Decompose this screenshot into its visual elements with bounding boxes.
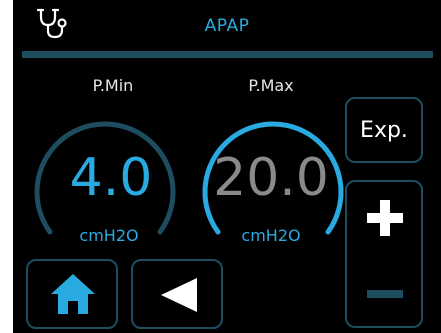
back-button[interactable] (131, 259, 223, 329)
header-divider (22, 51, 433, 58)
pmin-value: 4.0 (69, 148, 153, 208)
home-button[interactable] (26, 259, 118, 329)
home-icon (51, 274, 95, 314)
back-arrow-icon (161, 278, 197, 312)
page-title: APAP (204, 16, 250, 36)
exp-button[interactable]: Exp. (345, 97, 423, 163)
increase-button[interactable] (347, 182, 421, 256)
device-screen: APAP P.Min 4.0 cmH2O P.Max 20.0 cmH2O Ex… (13, 0, 441, 333)
exp-button-label: Exp. (360, 117, 408, 143)
pmin-label: P.Min (92, 76, 134, 95)
pmax-unit: cmH2O (241, 226, 301, 245)
adjust-panel (345, 180, 423, 328)
pmax-label: P.Max (248, 76, 294, 95)
pmax-value: 20.0 (213, 148, 329, 208)
pmin-unit: cmH2O (79, 226, 139, 245)
minus-icon (367, 290, 403, 298)
plus-icon (367, 200, 403, 236)
decrease-button[interactable] (347, 256, 421, 326)
